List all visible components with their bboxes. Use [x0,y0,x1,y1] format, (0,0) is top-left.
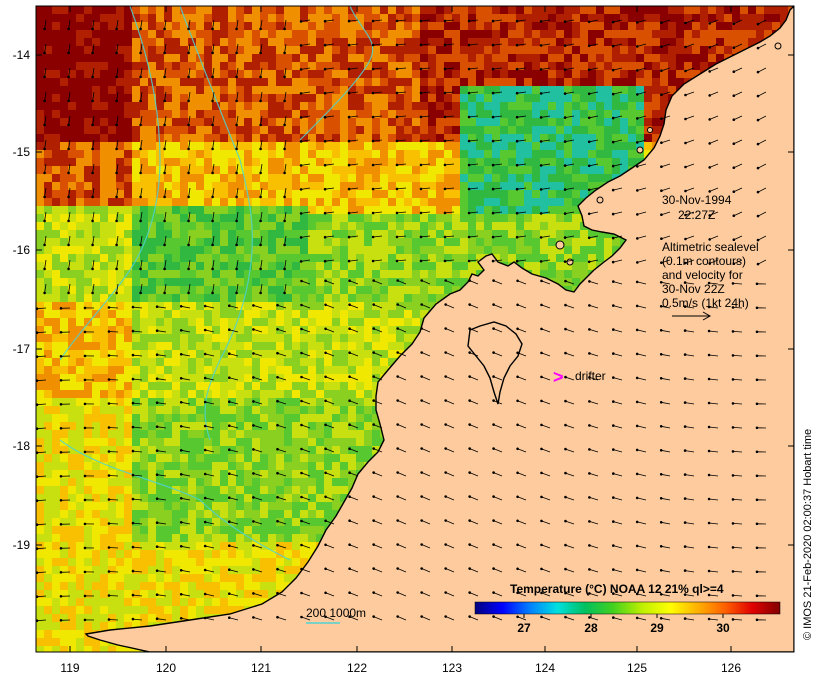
colorbar [474,601,781,615]
depth-legend-label: 200 1000m [306,606,366,620]
y-tick-label: -15 [13,145,31,159]
y-tick-label: -14 [13,48,31,62]
colorbar-tick-label: 30 [716,621,730,635]
sst-map: 119 120 121 122 123 124 125 126 -14 -15 -16 -17 -18… [13,5,814,675]
x-tick-label: 119 [60,661,79,675]
drifter-label: drifter [575,369,606,383]
x-tick-label: 123 [442,661,462,675]
colorbar-tick-label: 27 [517,621,531,635]
x-tick-label: 120 [156,661,176,675]
legend-line-1: Altimetric sealevel [662,240,759,254]
x-tick-label: 122 [347,661,367,675]
legend-line-4: 30-Nov 22Z [662,282,725,296]
colorbar-title: Temperature (°C) NOAA 12 21% ql>=4 [510,582,724,596]
legend-line-2: (0.1m contours) [662,254,746,268]
colorbar-tick-label: 29 [650,621,664,635]
colorbar-tick-label: 28 [584,621,598,635]
y-tick-label: -16 [13,243,31,257]
time-label: 22:27Z [678,208,715,222]
y-tick-label: -18 [13,439,31,453]
legend-line-5: 0.5m/s (1kt 24h) [662,296,749,310]
credit-text: © IMOS 21-Feb-2020 02:00:37 Hobart time [802,429,814,640]
date-label: 30-Nov-1994 [662,193,732,207]
legend-line-3: and velocity for [662,268,743,282]
y-tick-label: -17 [13,342,31,356]
drifter-symbol: > [553,367,564,387]
x-tick-label: 124 [535,661,555,675]
x-tick-label: 125 [627,661,647,675]
x-tick-label: 126 [721,661,741,675]
y-tick-label: -19 [13,538,31,552]
x-tick-label: 121 [251,661,271,675]
